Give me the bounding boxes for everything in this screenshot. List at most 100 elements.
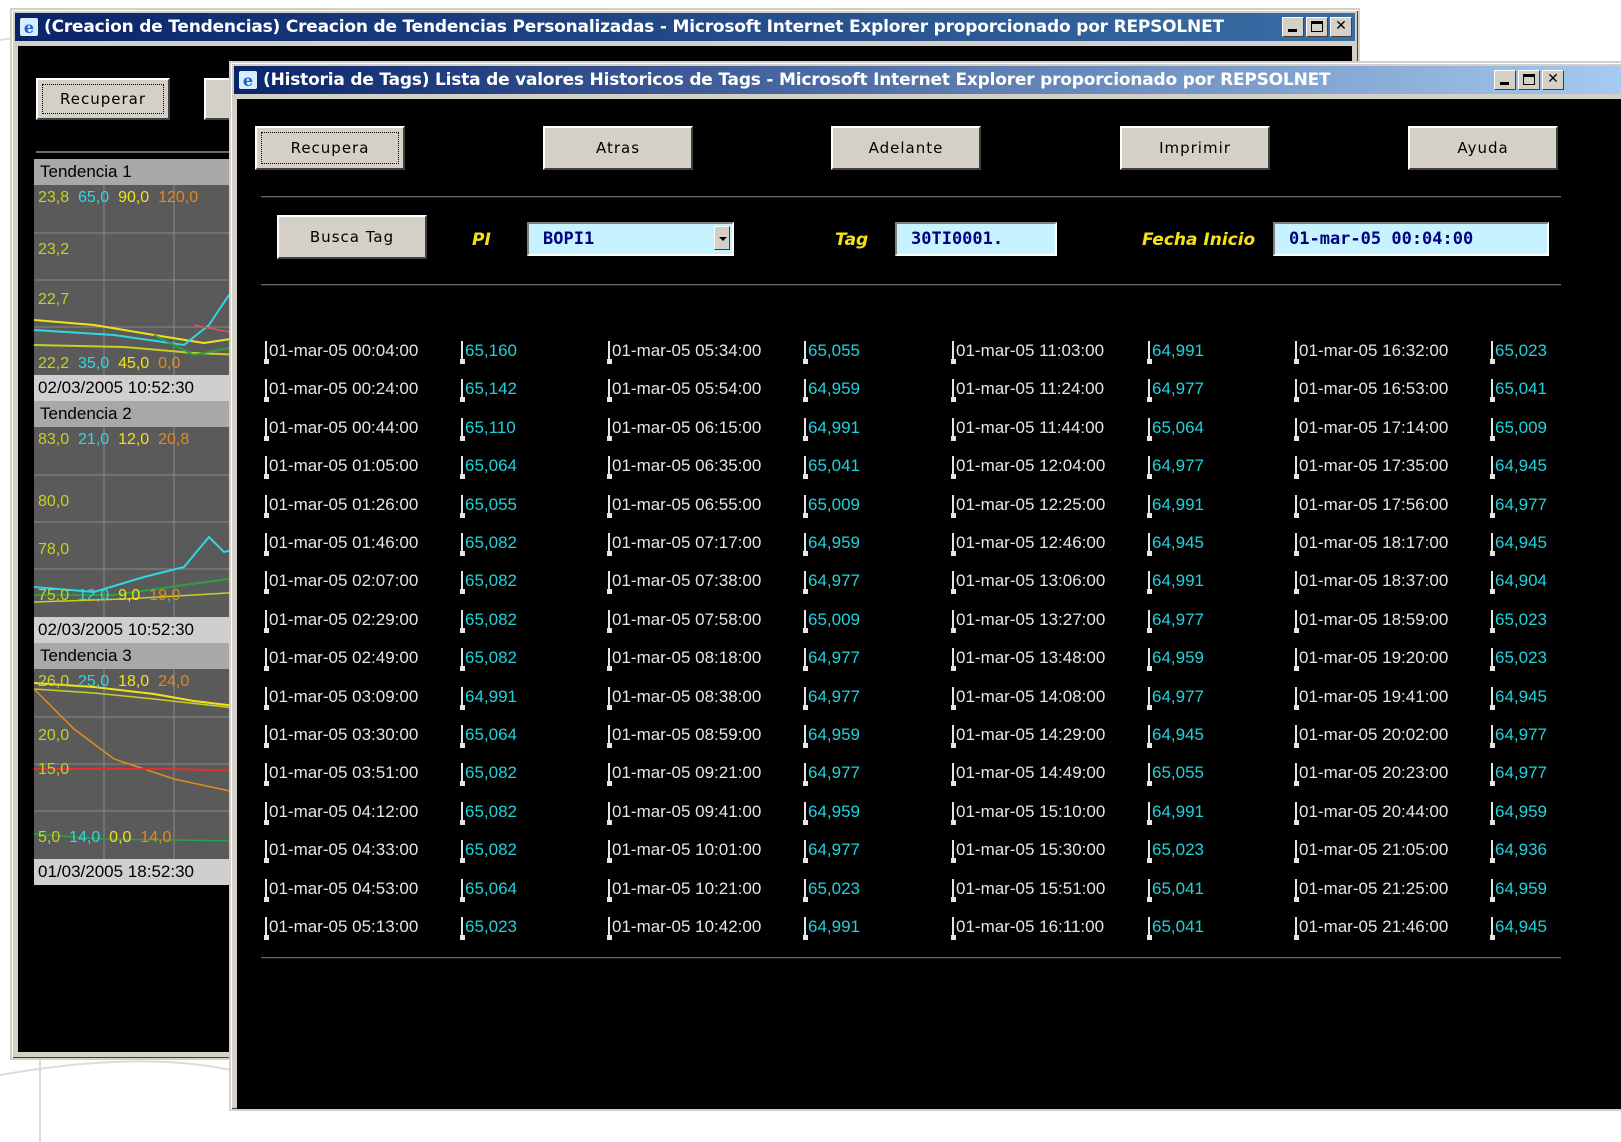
history-value: 65,041 xyxy=(1490,379,1547,403)
trend-panel-3: Tendencia 3 26,0 25,0 18,0 24,0 20,0 15,… xyxy=(34,643,244,885)
minimize-button[interactable] xyxy=(1282,17,1304,37)
history-value: 64,945 xyxy=(1490,917,1547,940)
history-timestamp: 01-mar-05 14:29:00 xyxy=(950,725,1106,748)
chevron-down-icon[interactable] xyxy=(714,226,730,250)
trend-top-label: 20,8 xyxy=(158,431,190,448)
history-value: 64,977 xyxy=(1147,686,1204,710)
history-value: 65,023 xyxy=(1147,840,1204,864)
history-timestamp: 01-mar-05 21:05:00 xyxy=(1293,840,1449,864)
history-value: 64,977 xyxy=(1490,763,1547,787)
history-timestamp: 01-mar-05 17:56:00 xyxy=(1293,494,1449,518)
axis-label: 15,0 xyxy=(38,761,70,778)
recuperar-button[interactable]: Recuperar xyxy=(36,78,170,120)
history-value: 65,023 xyxy=(460,917,517,940)
history-value: 65,082 xyxy=(460,609,517,633)
history-value: 64,991 xyxy=(803,917,860,940)
tag-input[interactable]: 30TI0001. xyxy=(895,222,1057,256)
adelante-button[interactable]: Adelante xyxy=(831,126,981,170)
recupera-button[interactable]: Recupera xyxy=(255,126,405,170)
axis-label: 78,0 xyxy=(38,541,70,558)
maximize-button[interactable] xyxy=(1518,70,1540,90)
history-timestamp: 01-mar-05 08:18:00 xyxy=(606,648,762,672)
history-value: 65,023 xyxy=(803,878,860,902)
history-timestamp: 01-mar-05 20:02:00 xyxy=(1293,725,1449,748)
internet-explorer-icon: e xyxy=(239,71,257,90)
trend-title: Tendencia 3 xyxy=(34,643,244,669)
history-timestamp: 01-mar-05 05:13:00 xyxy=(263,917,419,940)
history-timestamp: 01-mar-05 02:49:00 xyxy=(263,648,419,672)
history-value: 64,977 xyxy=(1147,456,1204,480)
trend-top-label: 25,0 xyxy=(78,673,110,690)
history-timestamp: 01-mar-05 01:46:00 xyxy=(263,533,419,556)
history-value: 65,064 xyxy=(460,725,517,748)
minimize-button[interactable] xyxy=(1494,70,1516,90)
history-timestamp: 01-mar-05 20:23:00 xyxy=(1293,763,1449,787)
history-timestamp: 01-mar-05 18:17:00 xyxy=(1293,533,1449,556)
history-timestamp: 01-mar-05 15:10:00 xyxy=(950,801,1106,825)
history-value: 64,991 xyxy=(460,686,517,710)
history-timestamp: 01-mar-05 05:54:00 xyxy=(606,379,762,403)
history-value: 64,977 xyxy=(1490,725,1547,748)
fecha-inicio-input[interactable]: 01-mar-05 00:04:00 xyxy=(1273,222,1549,256)
trend-bottom-label: 5,0 xyxy=(38,829,61,846)
axis-label: 22,7 xyxy=(38,291,70,308)
history-value: 65,064 xyxy=(460,878,517,902)
history-timestamp: 01-mar-05 06:35:00 xyxy=(606,456,762,480)
atras-button[interactable]: Atras xyxy=(543,126,693,170)
history-timestamp: 01-mar-05 02:29:00 xyxy=(263,609,419,633)
imprimir-button[interactable]: Imprimir xyxy=(1120,126,1270,170)
trend-bottom-label: 12,0 xyxy=(78,587,110,604)
tag-window-titlebar[interactable]: e (Historia de Tags) Lista de valores Hi… xyxy=(234,66,1621,94)
history-value: 64,904 xyxy=(1490,571,1547,595)
history-value: 64,959 xyxy=(803,379,860,403)
history-value: 64,977 xyxy=(803,840,860,864)
history-timestamp: 01-mar-05 17:14:00 xyxy=(1293,417,1449,441)
trend-top-label: 18,0 xyxy=(118,673,150,690)
busca-tag-button[interactable]: Busca Tag xyxy=(277,215,427,259)
history-timestamp: 01-mar-05 14:08:00 xyxy=(950,686,1106,710)
close-button[interactable]: ✕ xyxy=(1330,17,1352,37)
separator xyxy=(261,284,1561,286)
maximize-button[interactable] xyxy=(1306,17,1328,37)
history-timestamp: 01-mar-05 01:05:00 xyxy=(263,456,419,480)
history-value: 65,064 xyxy=(460,456,517,480)
trend-window-titlebar[interactable]: e (Creacion de Tendencias) Creacion de T… xyxy=(15,13,1355,41)
trend-title: Tendencia 2 xyxy=(34,401,244,427)
history-value: 64,936 xyxy=(1490,840,1547,864)
pi-server-select[interactable]: BOPI1 xyxy=(527,222,734,256)
history-timestamp: 01-mar-05 12:04:00 xyxy=(950,456,1106,480)
history-value: 64,959 xyxy=(803,801,860,825)
history-timestamp: 01-mar-05 10:01:00 xyxy=(606,840,762,864)
history-value: 64,945 xyxy=(1490,533,1547,556)
history-value: 64,977 xyxy=(803,763,860,787)
history-timestamp: 01-mar-05 13:06:00 xyxy=(950,571,1106,595)
history-timestamp: 01-mar-05 07:58:00 xyxy=(606,609,762,633)
trend-bottom-label: 22,2 xyxy=(38,355,70,372)
history-timestamp: 01-mar-05 10:42:00 xyxy=(606,917,762,940)
history-timestamp: 01-mar-05 06:15:00 xyxy=(606,417,762,441)
trend-top-label: 65,0 xyxy=(78,189,110,206)
history-value: 64,945 xyxy=(1147,725,1204,748)
history-timestamp: 01-mar-05 12:46:00 xyxy=(950,533,1106,556)
history-value: 65,160 xyxy=(460,341,517,364)
history-timestamp: 01-mar-05 04:33:00 xyxy=(263,840,419,864)
history-timestamp: 01-mar-05 10:21:00 xyxy=(606,878,762,902)
ayuda-button[interactable]: Ayuda xyxy=(1408,126,1558,170)
history-timestamp: 01-mar-05 09:41:00 xyxy=(606,801,762,825)
history-value: 65,041 xyxy=(803,456,860,480)
tag-window-title: (Historia de Tags) Lista de valores Hist… xyxy=(263,70,1331,90)
history-timestamp: 01-mar-05 07:17:00 xyxy=(606,533,762,556)
history-value: 64,959 xyxy=(1490,801,1547,825)
close-button[interactable]: ✕ xyxy=(1542,70,1564,90)
trend-timestamp: 02/03/2005 10:52:30 xyxy=(34,375,244,401)
history-timestamp: 01-mar-05 12:25:00 xyxy=(950,494,1106,518)
history-timestamp: 01-mar-05 16:11:00 xyxy=(950,917,1105,940)
trend-top-label: 26,0 xyxy=(38,673,70,690)
history-value: 64,945 xyxy=(1490,456,1547,480)
trend-bottom-label: 14,0 xyxy=(69,829,101,846)
trend-title: Tendencia 1 xyxy=(34,159,244,185)
history-value: 64,945 xyxy=(1147,533,1204,556)
pi-label: PI xyxy=(472,230,491,250)
trend-plot: 23,8 65,0 90,0 120,0 23,2 22,7 22,2 35,0… xyxy=(34,185,244,375)
internet-explorer-icon: e xyxy=(20,18,38,37)
